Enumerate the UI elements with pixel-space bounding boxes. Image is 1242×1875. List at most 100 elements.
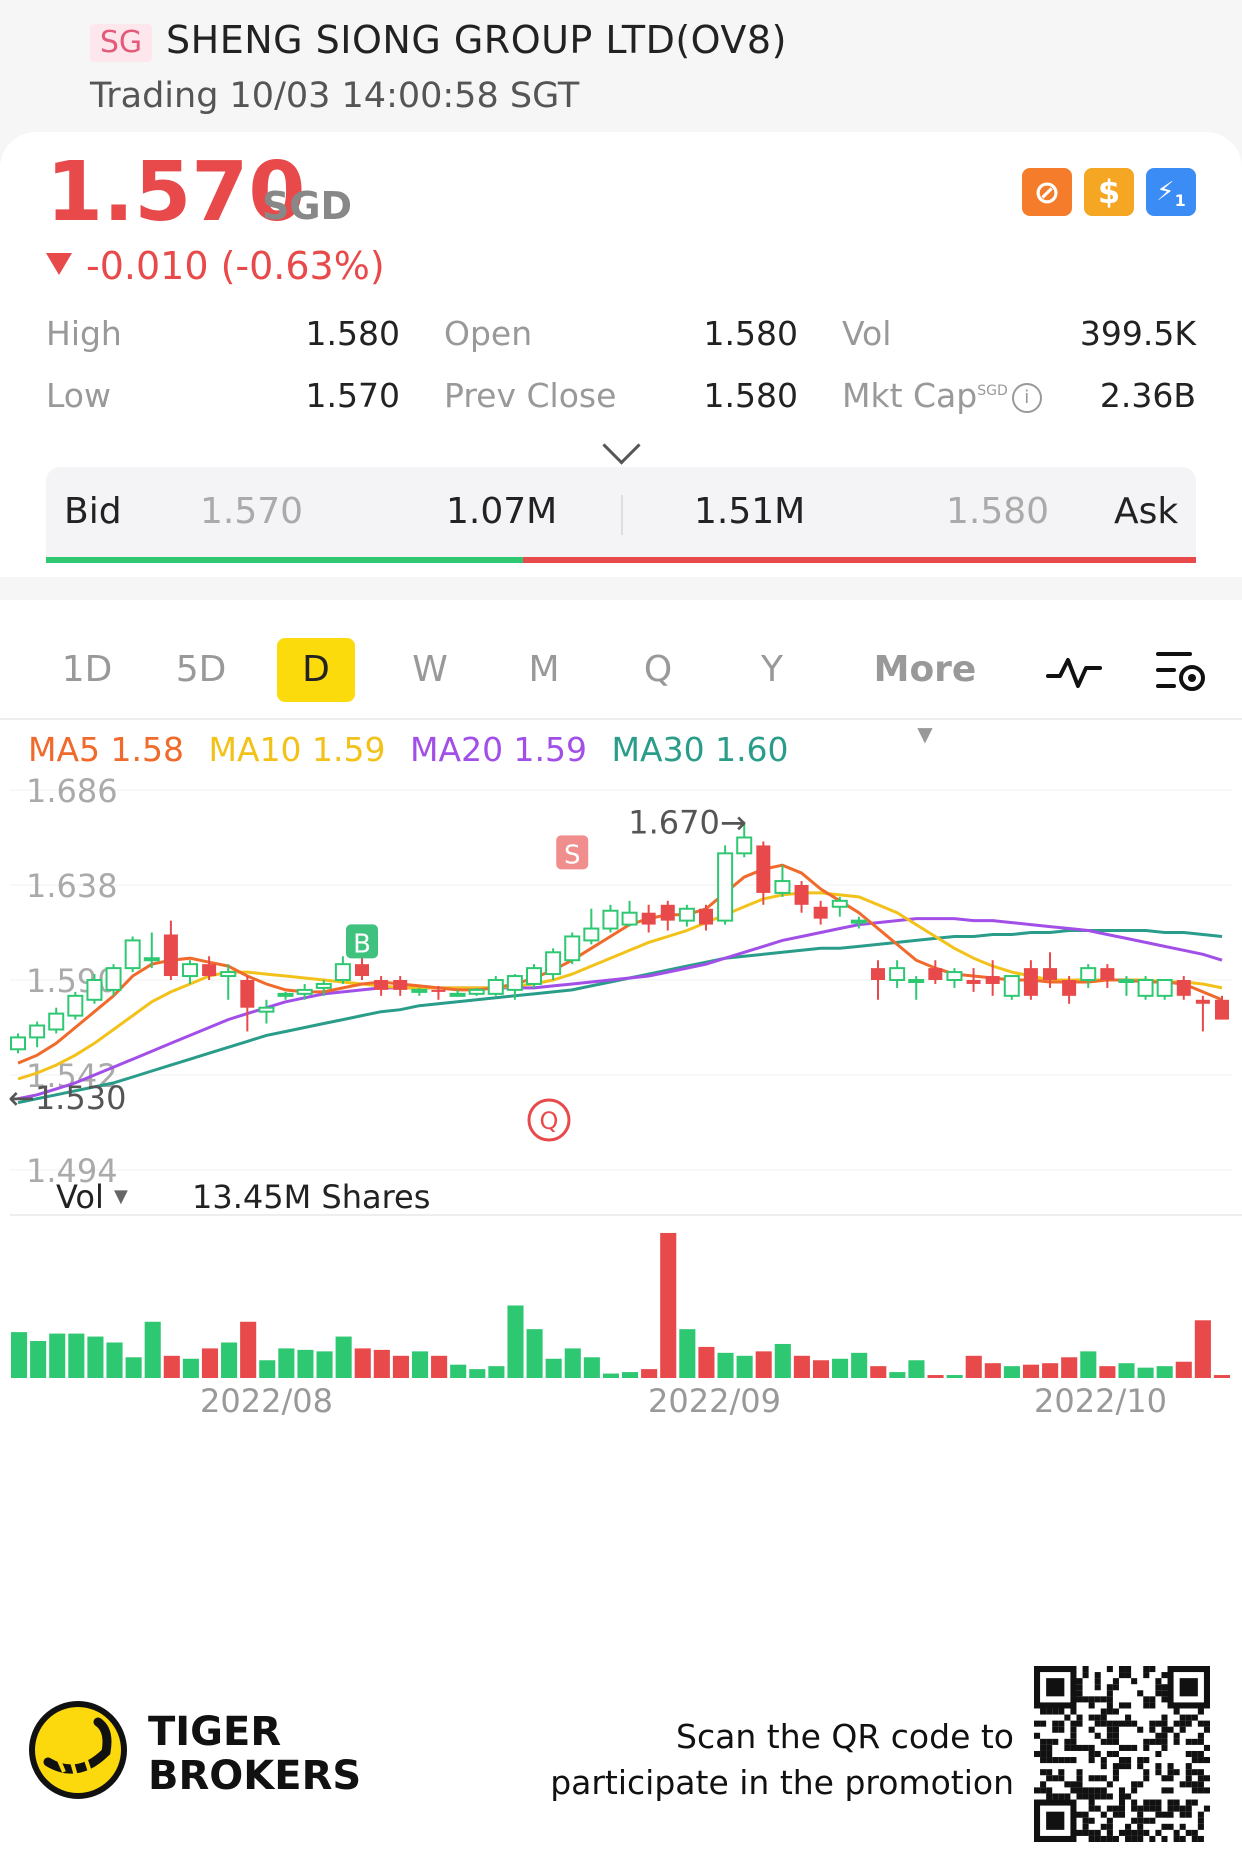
qr-module [1082, 1817, 1089, 1824]
qr-module [1149, 1726, 1156, 1733]
qr-module [1125, 1720, 1132, 1727]
buy-marker-label: B [353, 929, 371, 959]
chart-settings-icon[interactable] [1156, 650, 1206, 694]
qr-module [1143, 1666, 1150, 1673]
volume-bar [392, 1355, 409, 1378]
qr-module [1143, 1696, 1150, 1703]
qr-module [1137, 1726, 1144, 1733]
qr-module [1137, 1763, 1144, 1770]
qr-module [1155, 1750, 1162, 1758]
candle-body [355, 964, 369, 977]
qr-code[interactable] [1034, 1666, 1210, 1842]
lightning-icon[interactable]: ⚡1 [1146, 168, 1196, 216]
qr-module [1052, 1793, 1059, 1800]
tab-d[interactable]: D [277, 638, 355, 702]
qr-module [1106, 1720, 1113, 1727]
volume-selector[interactable]: Vol ▼ [56, 1178, 128, 1216]
qr-module [1191, 1781, 1198, 1788]
qr-module [1197, 1738, 1204, 1745]
qr-module [1058, 1793, 1065, 1800]
qr-module [1118, 1793, 1126, 1800]
qr-module [1161, 1690, 1168, 1697]
candle-body [29, 1024, 46, 1039]
tab-q[interactable]: Q [619, 638, 697, 702]
qr-module [1070, 1757, 1077, 1764]
candle-body [393, 980, 408, 990]
candle-body [1195, 999, 1210, 1004]
volume-bar [583, 1357, 600, 1378]
tab-m[interactable]: M [505, 638, 583, 702]
qr-module [1197, 1823, 1204, 1830]
qr-module [1070, 1738, 1077, 1745]
tab-y[interactable]: Y [733, 638, 811, 702]
qr-module [1088, 1696, 1095, 1703]
volume-bar [965, 1355, 982, 1378]
tab-more[interactable]: More ▼ [860, 638, 990, 746]
volume-bar [469, 1369, 486, 1378]
candle-body [850, 919, 867, 924]
volume-total: 13.45M Shares [192, 1178, 431, 1216]
qr-module [1046, 1738, 1053, 1745]
candle-body [202, 964, 217, 977]
qr-module [1040, 1750, 1047, 1758]
qr-module [1143, 1775, 1150, 1782]
qr-module [1052, 1738, 1059, 1745]
qr-module [1149, 1696, 1156, 1703]
vol-label: Vol [842, 314, 892, 353]
volume-bar [1137, 1367, 1154, 1378]
candle-body [1215, 999, 1229, 1020]
qr-module [1143, 1744, 1150, 1751]
qr-module [1112, 1769, 1119, 1776]
qr-module [1088, 1714, 1095, 1721]
expand-chevron-icon[interactable] [602, 426, 641, 465]
qr-module [1185, 1750, 1192, 1758]
prohibited-icon[interactable]: ⊘ [1022, 168, 1072, 216]
qr-module [1149, 1666, 1156, 1673]
info-icon[interactable]: i [1011, 383, 1042, 413]
qr-module [1173, 1799, 1180, 1806]
candlestick-chart[interactable]: 1.6861.6381.5901.5421.4941.670→←1.530SBQ [0, 770, 1242, 1200]
qr-module [1131, 1781, 1138, 1788]
qr-module [1112, 1775, 1119, 1782]
qr-module [1034, 1720, 1041, 1727]
tab-1d[interactable]: 1D [48, 638, 126, 702]
qr-module [1185, 1829, 1192, 1836]
ask-label: Ask [1114, 491, 1179, 532]
qr-module [1125, 1823, 1132, 1830]
qr-module [1100, 1823, 1107, 1830]
qr-module [1106, 1702, 1113, 1709]
qr-module [1173, 1835, 1180, 1842]
qr-module [1106, 1781, 1113, 1788]
qr-module [1106, 1726, 1113, 1733]
candle-body [985, 976, 1000, 984]
tab-5d[interactable]: 5D [162, 638, 240, 702]
volume-bar [545, 1358, 562, 1378]
qr-module [1070, 1708, 1077, 1715]
qr-module [1131, 1805, 1138, 1812]
qr-module [1058, 1726, 1065, 1733]
qr-module [1191, 1829, 1198, 1836]
dollar-icon[interactable]: $ [1084, 168, 1134, 216]
qr-module [1131, 1720, 1138, 1727]
qr-module [1082, 1823, 1089, 1830]
qr-module [1076, 1744, 1083, 1751]
volume-bar [221, 1342, 238, 1378]
qr-module [1125, 1763, 1132, 1770]
qr-module [1112, 1763, 1119, 1770]
qr-module [1064, 1757, 1071, 1764]
qr-module [1203, 1775, 1210, 1782]
qr-module [1112, 1738, 1119, 1745]
indicator-icon[interactable] [1046, 654, 1102, 690]
qr-module [1088, 1757, 1095, 1764]
qr-module [1167, 1775, 1174, 1782]
qr-module [1034, 1750, 1041, 1758]
feature-badges: ⊘ $ ⚡1 [1022, 168, 1196, 216]
qr-module [1046, 1775, 1053, 1782]
qr-module [1149, 1799, 1156, 1806]
qr-module [1118, 1799, 1126, 1806]
qr-module [1118, 1672, 1126, 1679]
qr-module [1125, 1702, 1132, 1709]
low-value: 1.570 [305, 376, 400, 415]
tab-w[interactable]: W [391, 638, 469, 702]
qr-module [1094, 1714, 1101, 1721]
